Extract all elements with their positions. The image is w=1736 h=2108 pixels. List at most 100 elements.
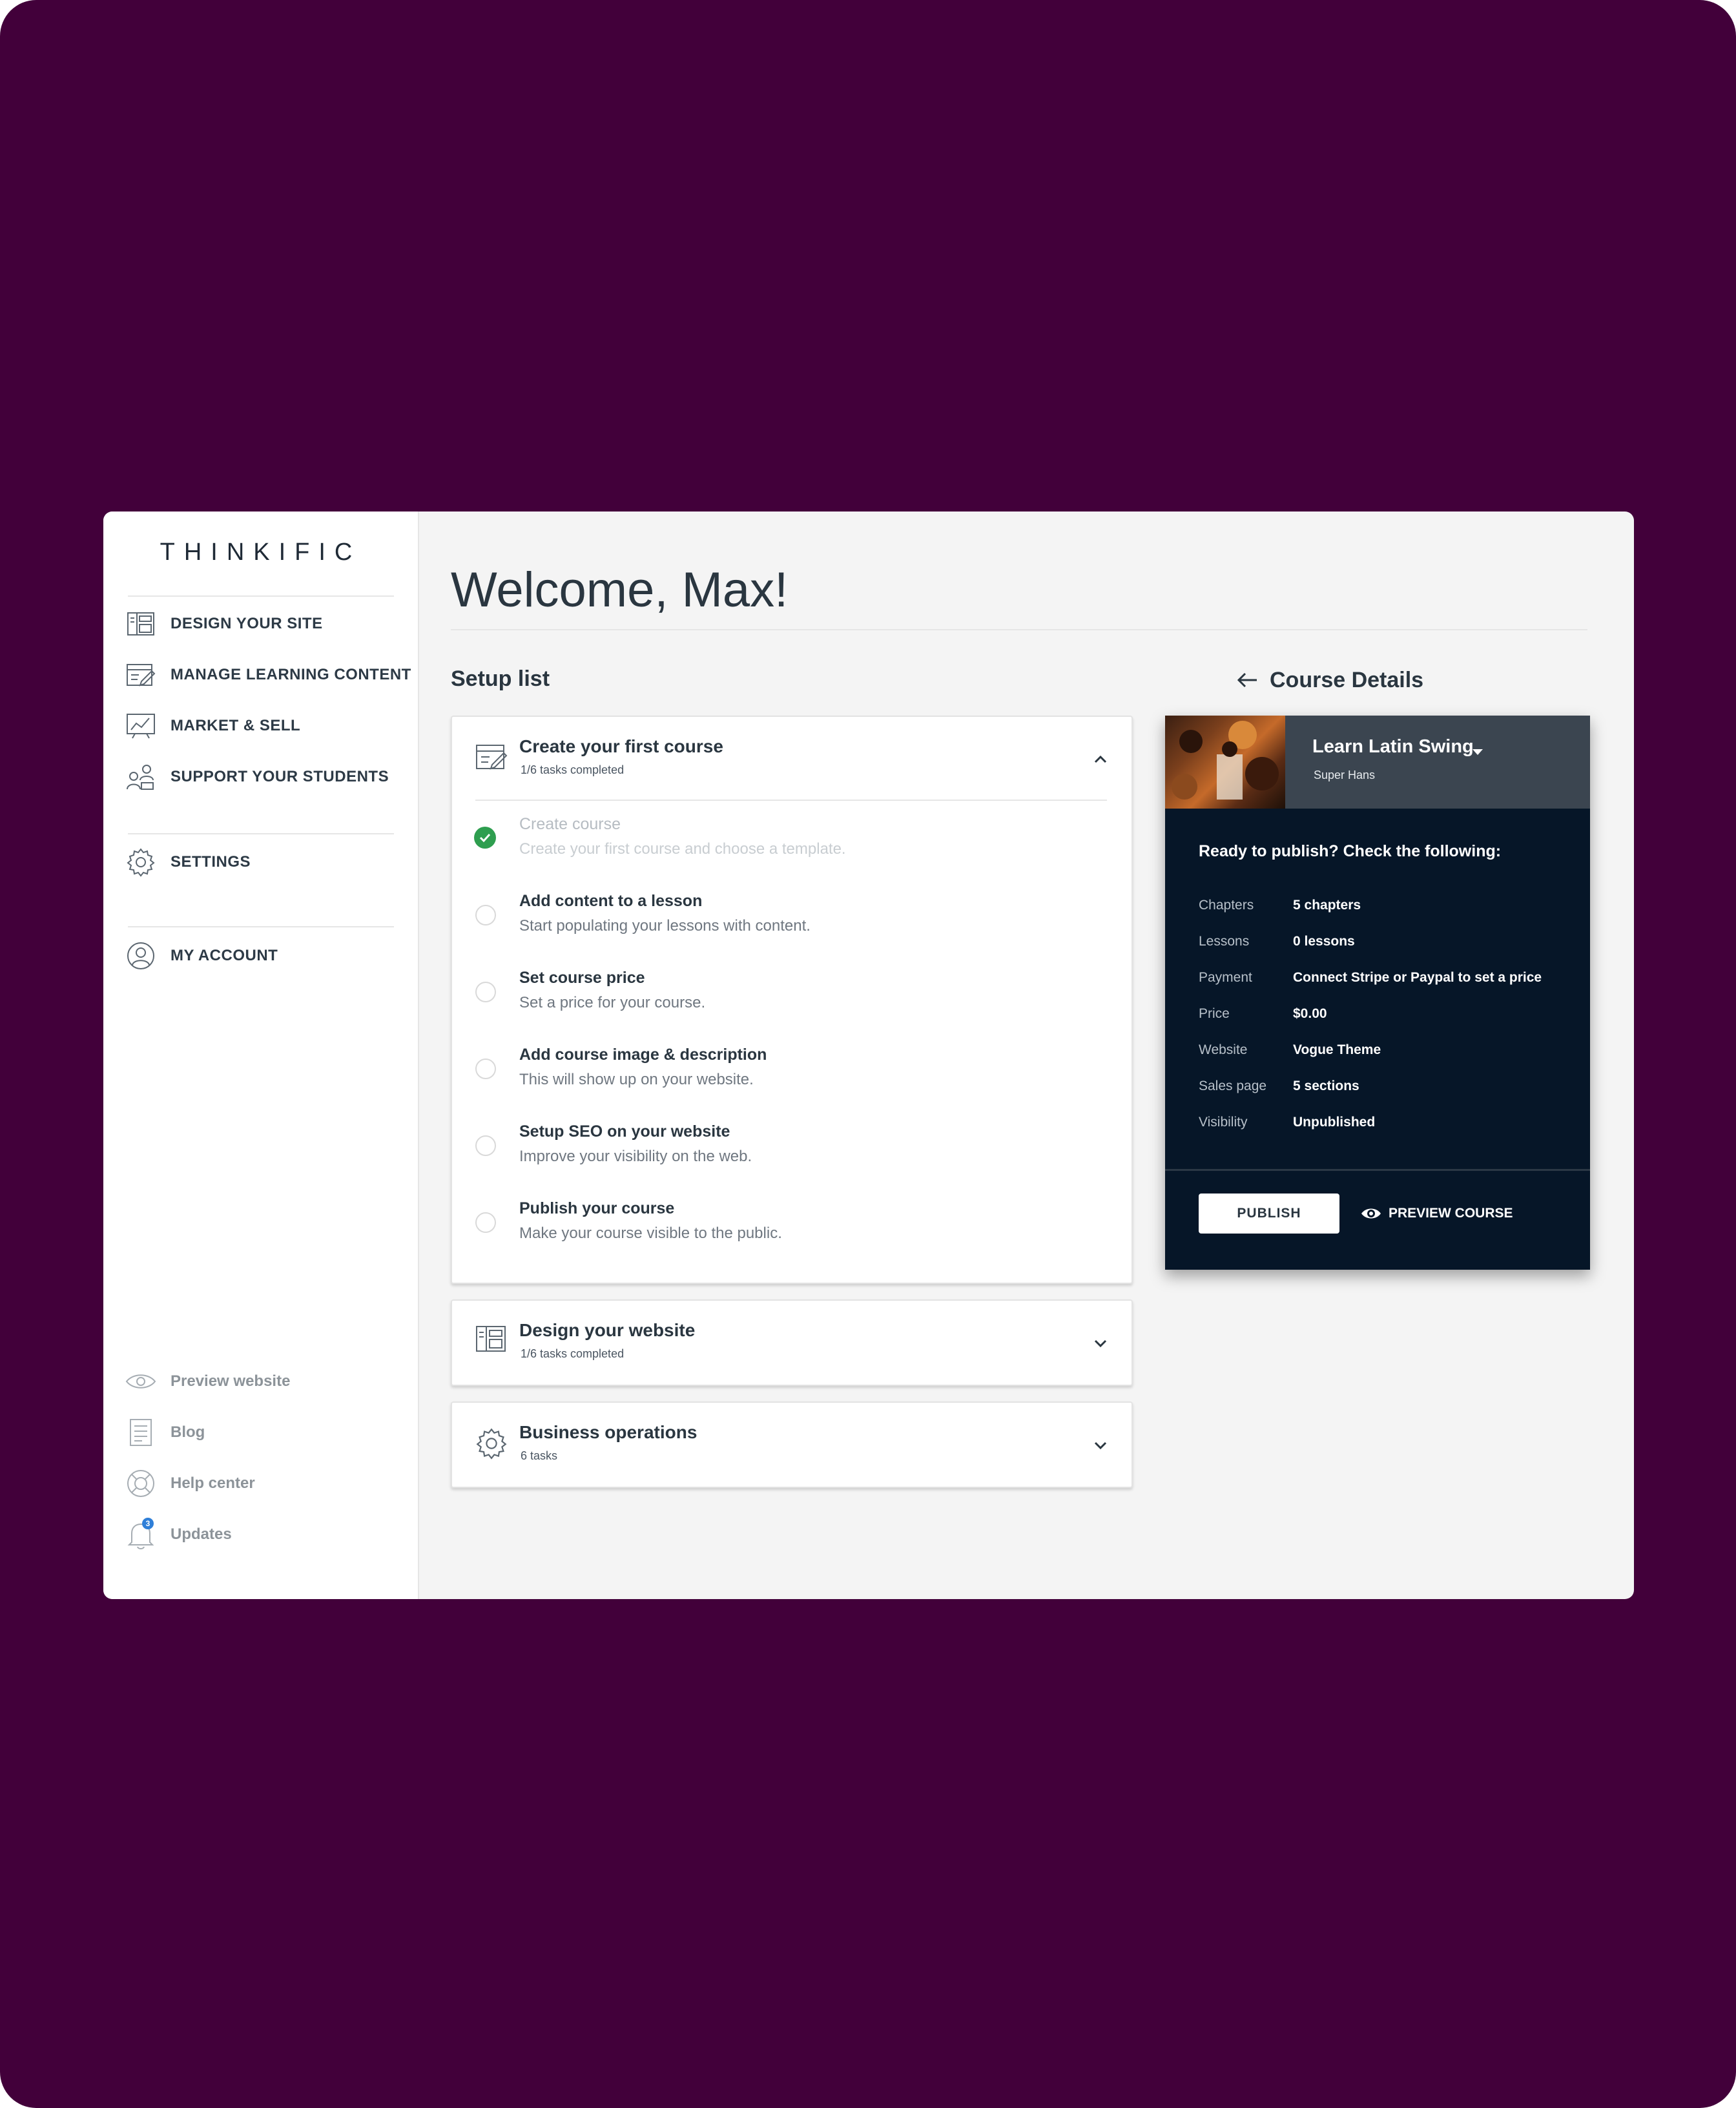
task-title: Add course image & description (519, 1046, 767, 1064)
detail-key: Visibility (1199, 1115, 1248, 1130)
card-header-divider (475, 800, 1107, 801)
task-radio[interactable] (475, 1059, 496, 1079)
students-icon (125, 761, 156, 792)
task-radio[interactable] (475, 982, 496, 1002)
detail-row: Sales page 5 sections (1199, 1079, 1573, 1099)
layout-icon (475, 1325, 509, 1359)
sidebar-item-manage-learning-content[interactable]: MANAGE LEARNING CONTENT (125, 656, 411, 694)
sidebar-item-design-your-site[interactable]: DESIGN YOUR SITE (125, 605, 323, 643)
detail-row: Lessons 0 lessons (1199, 934, 1573, 955)
course-details-panel: Learn Latin Swing Super Hans Ready to pu… (1165, 716, 1590, 1270)
footer-link-label: Updates (170, 1525, 232, 1543)
edit-content-icon (475, 741, 509, 775)
detail-key: Website (1199, 1042, 1248, 1057)
chart-board-icon (125, 710, 156, 741)
detail-value: Vogue Theme (1293, 1042, 1381, 1057)
course-details-title: Course Details (1270, 668, 1424, 692)
preview-course-button[interactable]: PREVIEW COURSE (1360, 1194, 1513, 1234)
updates-link[interactable]: 3 Updates (125, 1516, 232, 1553)
panel-divider (1165, 1169, 1590, 1171)
task-title: Add content to a lesson (519, 892, 703, 910)
detail-key: Payment (1199, 970, 1252, 985)
eye-icon (125, 1366, 156, 1397)
sidebar-item-my-account[interactable]: MY ACCOUNT (125, 937, 278, 975)
setup-card-header[interactable]: Business operations 6 tasks (452, 1403, 1132, 1487)
document-icon (125, 1417, 156, 1448)
footer-link-label: Blog (170, 1423, 205, 1441)
setup-card-header[interactable]: Design your website 1/6 tasks completed (452, 1301, 1132, 1385)
task-title: Set course price (519, 969, 645, 987)
setup-card-progress: 1/6 tasks completed (521, 763, 625, 776)
page-background: THINKIFIC DESIGN YOUR SITE MANAGE LEARNI… (0, 0, 1736, 2108)
task-radio[interactable] (475, 1135, 496, 1156)
task-item[interactable]: Add content to a lesson Start populating… (475, 892, 1089, 950)
thinkific-logo[interactable]: THINKIFIC (103, 539, 418, 566)
task-description: Set a price for your course. (519, 994, 706, 1011)
task-description: Start populating your lessons with conte… (519, 917, 811, 935)
preview-website-link[interactable]: Preview website (125, 1363, 290, 1400)
sidebar-item-label: MARKET & SELL (170, 717, 301, 734)
setup-card-progress: 6 tasks (521, 1449, 558, 1462)
detail-value: $0.00 (1293, 1006, 1327, 1021)
updates-badge: 3 (142, 1518, 154, 1529)
arrow-left-icon[interactable] (1236, 670, 1259, 696)
settings-label: SETTINGS (170, 853, 251, 871)
publish-button[interactable]: PUBLISH (1199, 1194, 1339, 1234)
setup-card-header[interactable]: Create your first course 1/6 tasks compl… (452, 717, 1132, 801)
eye-icon (1360, 1203, 1382, 1224)
task-title: Publish your course (519, 1199, 675, 1217)
page-title: Welcome, Max! (451, 563, 789, 617)
setup-card-title: Design your website (519, 1320, 696, 1340)
preview-course-label: PREVIEW COURSE (1389, 1206, 1513, 1221)
task-description: Improve your visibility on the web. (519, 1148, 752, 1165)
task-radio[interactable] (475, 1212, 496, 1233)
chevron-down-icon[interactable] (1088, 1330, 1113, 1356)
setup-card-business-operations[interactable]: Business operations 6 tasks (451, 1401, 1133, 1488)
detail-key: Chapters (1199, 898, 1254, 913)
chevron-up-icon[interactable] (1088, 747, 1113, 772)
detail-row: Price $0.00 (1199, 1006, 1573, 1027)
edit-content-icon (125, 659, 156, 690)
detail-row: Visibility Unpublished (1199, 1115, 1573, 1135)
sidebar-item-market-sell[interactable]: MARKET & SELL (125, 707, 300, 745)
task-item[interactable]: Add course image & description This will… (475, 1046, 1089, 1104)
task-description: Create your first course and choose a te… (519, 840, 846, 858)
task-title: Setup SEO on your website (519, 1122, 730, 1141)
task-radio[interactable] (475, 905, 496, 925)
check-circle-icon (474, 827, 496, 849)
detail-value: 5 chapters (1293, 898, 1361, 913)
sidebar-divider (128, 926, 394, 927)
app-window: THINKIFIC DESIGN YOUR SITE MANAGE LEARNI… (103, 512, 1634, 1599)
chevron-down-icon[interactable] (1088, 1432, 1113, 1458)
task-description: Make your course visible to the public. (519, 1224, 782, 1242)
task-item[interactable]: Create course Create your first course a… (474, 815, 1089, 873)
task-description: This will show up on your website. (519, 1071, 754, 1088)
caret-down-icon[interactable] (1472, 749, 1483, 755)
sidebar-item-support-your-students[interactable]: SUPPORT YOUR STUDENTS (125, 758, 389, 796)
sidebar-item-label: SUPPORT YOUR STUDENTS (170, 768, 389, 785)
detail-row: Payment Connect Stripe or Paypal to set … (1199, 970, 1573, 991)
blog-link[interactable]: Blog (125, 1414, 205, 1451)
detail-value: 5 sections (1293, 1079, 1359, 1093)
help-center-link[interactable]: Help center (125, 1465, 255, 1502)
detail-value: 0 lessons (1293, 934, 1355, 949)
setup-card-title: Create your first course (519, 736, 723, 756)
task-title: Create course (519, 815, 621, 833)
gear-icon (125, 847, 156, 878)
setup-card-design-website[interactable]: Design your website 1/6 tasks completed (451, 1299, 1133, 1386)
task-item[interactable]: Set course price Set a price for your co… (475, 969, 1089, 1027)
sidebar-divider (128, 833, 394, 834)
sidebar-divider (128, 595, 394, 597)
lifebuoy-icon (125, 1468, 156, 1499)
course-selector[interactable]: Learn Latin Swing Super Hans (1165, 716, 1590, 809)
user-circle-icon (125, 940, 156, 971)
gear-icon (475, 1427, 509, 1461)
detail-value: Connect Stripe or Paypal to set a price (1293, 970, 1542, 985)
sidebar-item-label: DESIGN YOUR SITE (170, 615, 323, 632)
task-item[interactable]: Publish your course Make your course vis… (475, 1199, 1089, 1257)
sidebar-item-settings[interactable]: SETTINGS (125, 843, 251, 881)
task-item[interactable]: Setup SEO on your website Improve your v… (475, 1122, 1089, 1181)
setup-card-create-course: Create your first course 1/6 tasks compl… (451, 716, 1133, 1284)
bell-icon: 3 (125, 1518, 156, 1550)
detail-key: Lessons (1199, 934, 1250, 949)
